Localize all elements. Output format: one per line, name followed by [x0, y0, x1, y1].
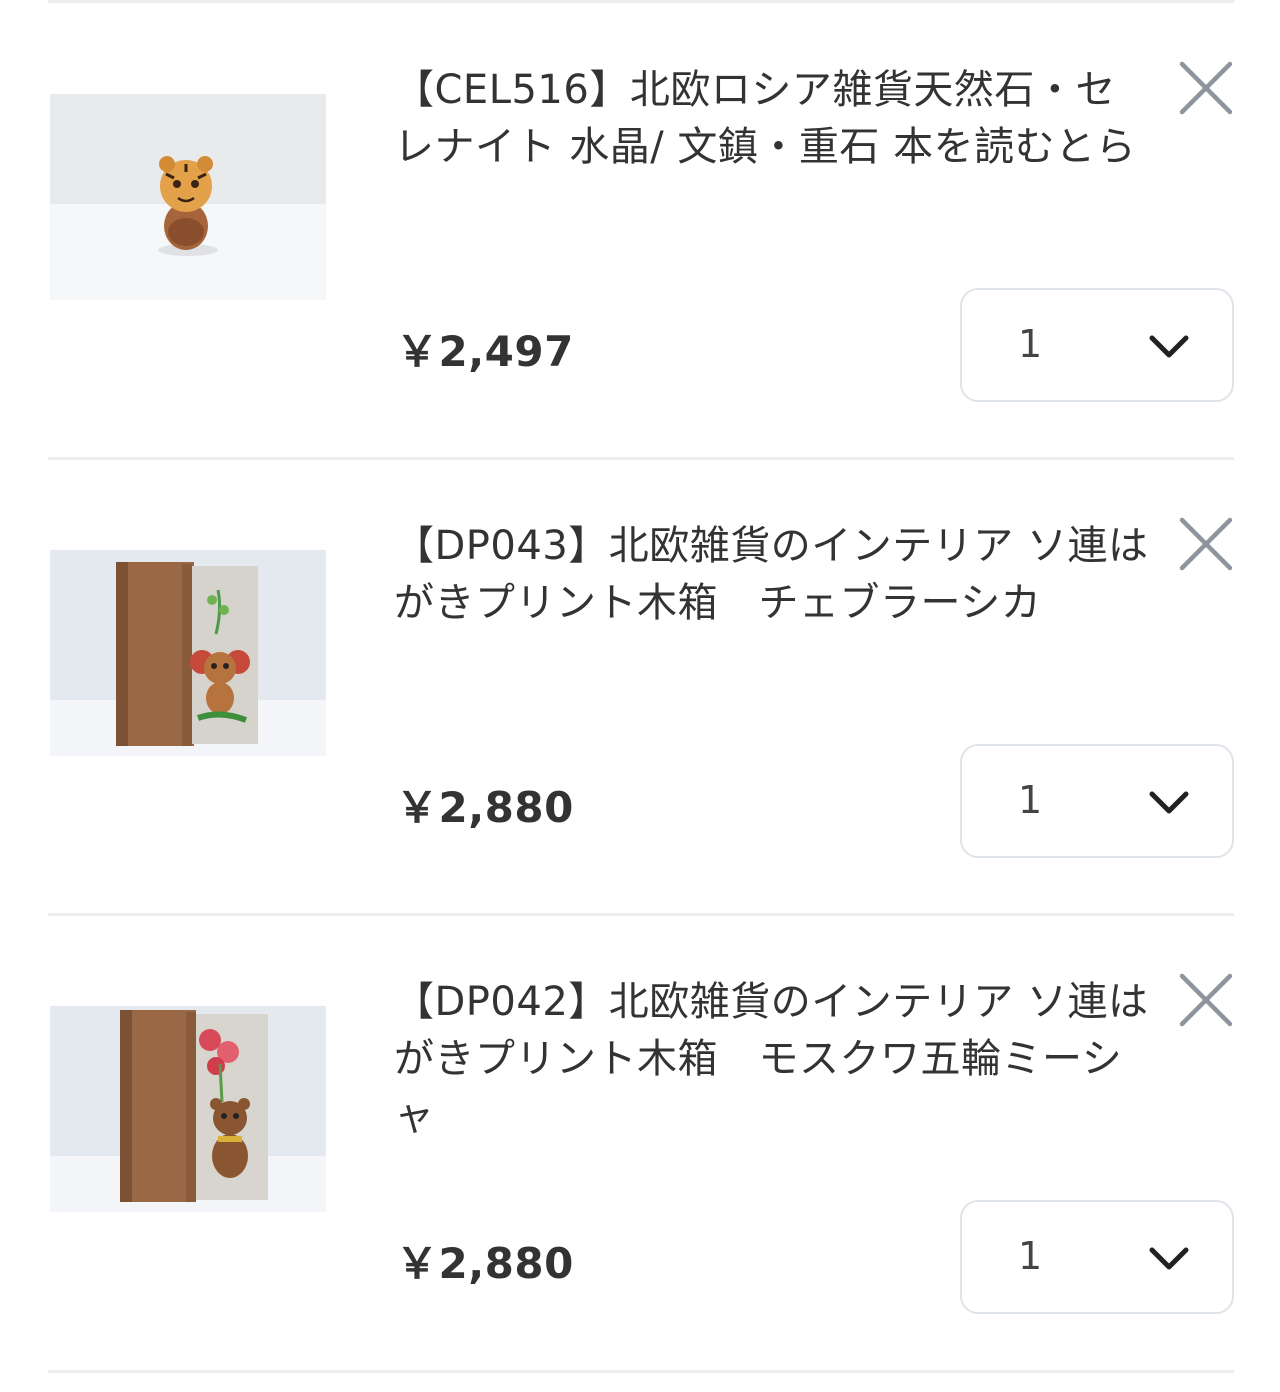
product-title[interactable]: 【CEL516】北欧ロシア雑貨天然石・セレナイト 水晶/ 文鎮・重石 本を読むと… [394, 62, 1154, 176]
divider [48, 1370, 1234, 1373]
product-price: ￥2,880 [396, 783, 574, 832]
close-icon [1179, 61, 1233, 115]
wooden-box-misha-image [50, 1006, 326, 1212]
tiger-figurine-image [50, 94, 326, 300]
remove-item-button[interactable] [1176, 58, 1236, 118]
chevron-down-icon [1149, 1247, 1189, 1270]
quantity-select[interactable]: 1 [960, 288, 1234, 402]
chevron-down-icon [1149, 791, 1189, 814]
quantity-value: 1 [1018, 322, 1043, 366]
remove-item-button[interactable] [1176, 514, 1236, 574]
product-thumbnail[interactable] [50, 1006, 326, 1212]
product-price: ￥2,880 [396, 1239, 574, 1288]
cart-item: 【CEL516】北欧ロシア雑貨天然石・セレナイト 水晶/ 文鎮・重石 本を読むと… [0, 0, 1280, 456]
close-icon [1179, 517, 1233, 571]
chevron-down-icon [1149, 335, 1189, 358]
wooden-box-cheburashka-image [50, 550, 326, 756]
product-title[interactable]: 【DP042】北欧雑貨のインテリア ソ連はがきプリント木箱 モスクワ五輪ミーシャ [394, 974, 1154, 1145]
product-price: ￥2,497 [396, 327, 574, 376]
cart-item: 【DP042】北欧雑貨のインテリア ソ連はがきプリント木箱 モスクワ五輪ミーシャ… [0, 912, 1280, 1368]
product-thumbnail[interactable] [50, 94, 326, 300]
quantity-select[interactable]: 1 [960, 1200, 1234, 1314]
product-title[interactable]: 【DP043】北欧雑貨のインテリア ソ連はがきプリント木箱 チェブラーシカ [394, 518, 1154, 632]
cart-item: 【DP043】北欧雑貨のインテリア ソ連はがきプリント木箱 チェブラーシカ ￥2… [0, 456, 1280, 912]
remove-item-button[interactable] [1176, 970, 1236, 1030]
close-icon [1179, 973, 1233, 1027]
product-thumbnail[interactable] [50, 550, 326, 756]
cart-item-list: 【CEL516】北欧ロシア雑貨天然石・セレナイト 水晶/ 文鎮・重石 本を読むと… [0, 0, 1280, 1392]
quantity-value: 1 [1018, 1234, 1043, 1278]
quantity-value: 1 [1018, 778, 1043, 822]
quantity-select[interactable]: 1 [960, 744, 1234, 858]
